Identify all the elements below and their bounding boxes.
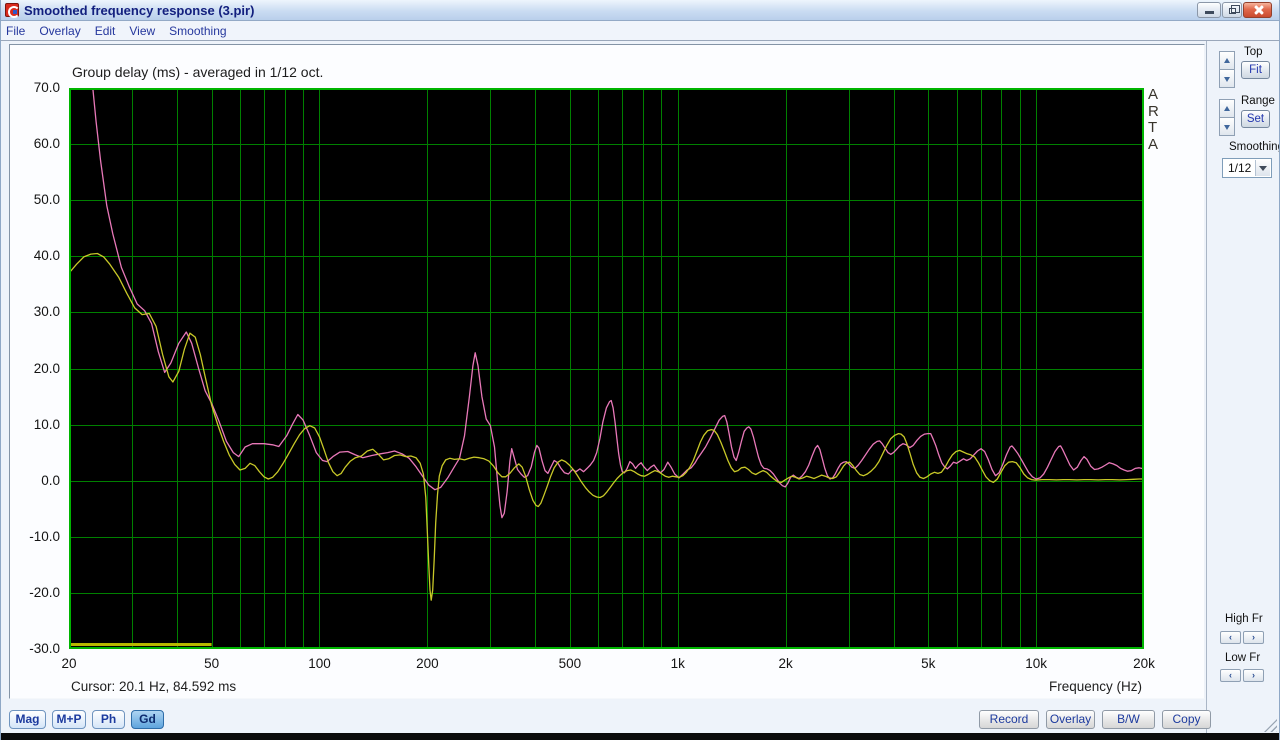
- x-tick-label: 1k: [671, 656, 685, 671]
- x-tick-label: 100: [308, 656, 331, 671]
- group-delay-yellow: [69, 254, 1144, 601]
- arta-window: Smoothed frequency response (3.pir) File…: [0, 0, 1280, 740]
- minimize-icon: [1205, 11, 1214, 14]
- high-fr-next-button[interactable]: [1243, 631, 1264, 644]
- top-spin-up-button[interactable]: [1219, 51, 1235, 70]
- mag-button[interactable]: Mag: [9, 710, 46, 729]
- menu-smoothing[interactable]: Smoothing: [169, 24, 226, 38]
- x-tick-label: 20: [61, 656, 76, 671]
- y-tick-label: 50.0: [34, 192, 60, 207]
- menubar: File Overlay Edit View Smoothing: [1, 21, 1279, 41]
- menu-overlay[interactable]: Overlay: [39, 24, 80, 38]
- fit-button[interactable]: Fit: [1241, 61, 1270, 79]
- gd-button[interactable]: Gd: [131, 710, 164, 729]
- plot-area[interactable]: [69, 88, 1144, 649]
- view-mode-toolbar: Mag M+P Ph Gd: [9, 710, 164, 729]
- chart-title: Group delay (ms) - averaged in 1/12 oct.: [72, 64, 323, 80]
- restore-icon: [1229, 8, 1236, 14]
- y-tick-label: -30.0: [29, 641, 60, 656]
- smoothing-value: 1/12: [1228, 161, 1251, 175]
- y-tick-label: 0.0: [41, 473, 60, 488]
- watermark-letter: R: [1148, 104, 1159, 121]
- cursor-readout: Cursor: 20.1 Hz, 84.592 ms: [71, 679, 236, 694]
- high-fr-label: High Fr: [1225, 613, 1263, 625]
- x-axis-title: Frequency (Hz): [1049, 679, 1142, 694]
- bw-button[interactable]: B/W: [1102, 710, 1155, 729]
- x-tick-label: 50: [204, 656, 219, 671]
- app-icon: [5, 3, 19, 17]
- arta-watermark: ARTA: [1148, 87, 1159, 153]
- overlay-button[interactable]: Overlay: [1046, 710, 1095, 729]
- x-axis-labels: 20501002005001k2k5k10k20k: [69, 656, 1144, 674]
- top-spinner: [1219, 51, 1235, 88]
- y-tick-label: 40.0: [34, 248, 60, 263]
- high-fr-prev-button[interactable]: [1220, 631, 1241, 644]
- x-tick-label: 5k: [921, 656, 935, 671]
- y-axis-labels: 70.060.050.040.030.020.010.00.0-10.0-20.…: [1, 88, 64, 649]
- menu-view[interactable]: View: [129, 24, 155, 38]
- close-icon: [1252, 5, 1263, 16]
- window-title: Smoothed frequency response (3.pir): [24, 3, 254, 18]
- set-button[interactable]: Set: [1241, 110, 1270, 128]
- low-fr-prev-button[interactable]: [1220, 669, 1241, 682]
- y-tick-label: 10.0: [34, 417, 60, 432]
- group-delay-magenta: [93, 88, 1144, 518]
- y-tick-label: -10.0: [29, 529, 60, 544]
- range-spin-up-button[interactable]: [1219, 99, 1235, 118]
- x-tick-label: 10k: [1025, 656, 1047, 671]
- x-tick-label: 20k: [1133, 656, 1155, 671]
- watermark-letter: A: [1148, 87, 1159, 104]
- menu-file[interactable]: File: [6, 24, 25, 38]
- record-button[interactable]: Record: [979, 710, 1039, 729]
- x-tick-label: 200: [416, 656, 439, 671]
- panel-divider: [1206, 41, 1207, 733]
- x-tick-label: 500: [559, 656, 582, 671]
- y-tick-label: 20.0: [34, 361, 60, 376]
- top-label: Top: [1244, 46, 1263, 58]
- restore-button[interactable]: [1222, 2, 1242, 18]
- mp-button[interactable]: M+P: [52, 710, 86, 729]
- x-tick-label: 2k: [779, 656, 793, 671]
- top-spin-down-button[interactable]: [1219, 69, 1235, 88]
- y-tick-label: 60.0: [34, 136, 60, 151]
- menu-edit[interactable]: Edit: [95, 24, 116, 38]
- range-spinner: [1219, 99, 1235, 136]
- close-button[interactable]: [1243, 2, 1272, 18]
- y-tick-label: 30.0: [34, 304, 60, 319]
- smoothing-label: Smoothing: [1229, 141, 1280, 153]
- low-fr-label: Low Fr: [1225, 652, 1260, 664]
- titlebar[interactable]: Smoothed frequency response (3.pir): [1, 0, 1279, 21]
- ph-button[interactable]: Ph: [92, 710, 125, 729]
- y-tick-label: 70.0: [34, 80, 60, 95]
- watermark-letter: A: [1148, 137, 1159, 154]
- smoothing-select[interactable]: 1/12: [1222, 158, 1272, 178]
- range-spin-down-button[interactable]: [1219, 117, 1235, 136]
- watermark-letter: T: [1148, 120, 1159, 137]
- resize-grip[interactable]: [1264, 719, 1277, 732]
- chevron-down-icon[interactable]: [1255, 160, 1270, 176]
- range-label: Range: [1241, 95, 1275, 107]
- minimize-button[interactable]: [1197, 2, 1221, 18]
- y-tick-label: -20.0: [29, 585, 60, 600]
- low-fr-next-button[interactable]: [1243, 669, 1264, 682]
- desktop-edge: [1, 733, 1279, 740]
- copy-button[interactable]: Copy: [1162, 710, 1211, 729]
- action-toolbar: Record Overlay B/W Copy: [979, 710, 1211, 729]
